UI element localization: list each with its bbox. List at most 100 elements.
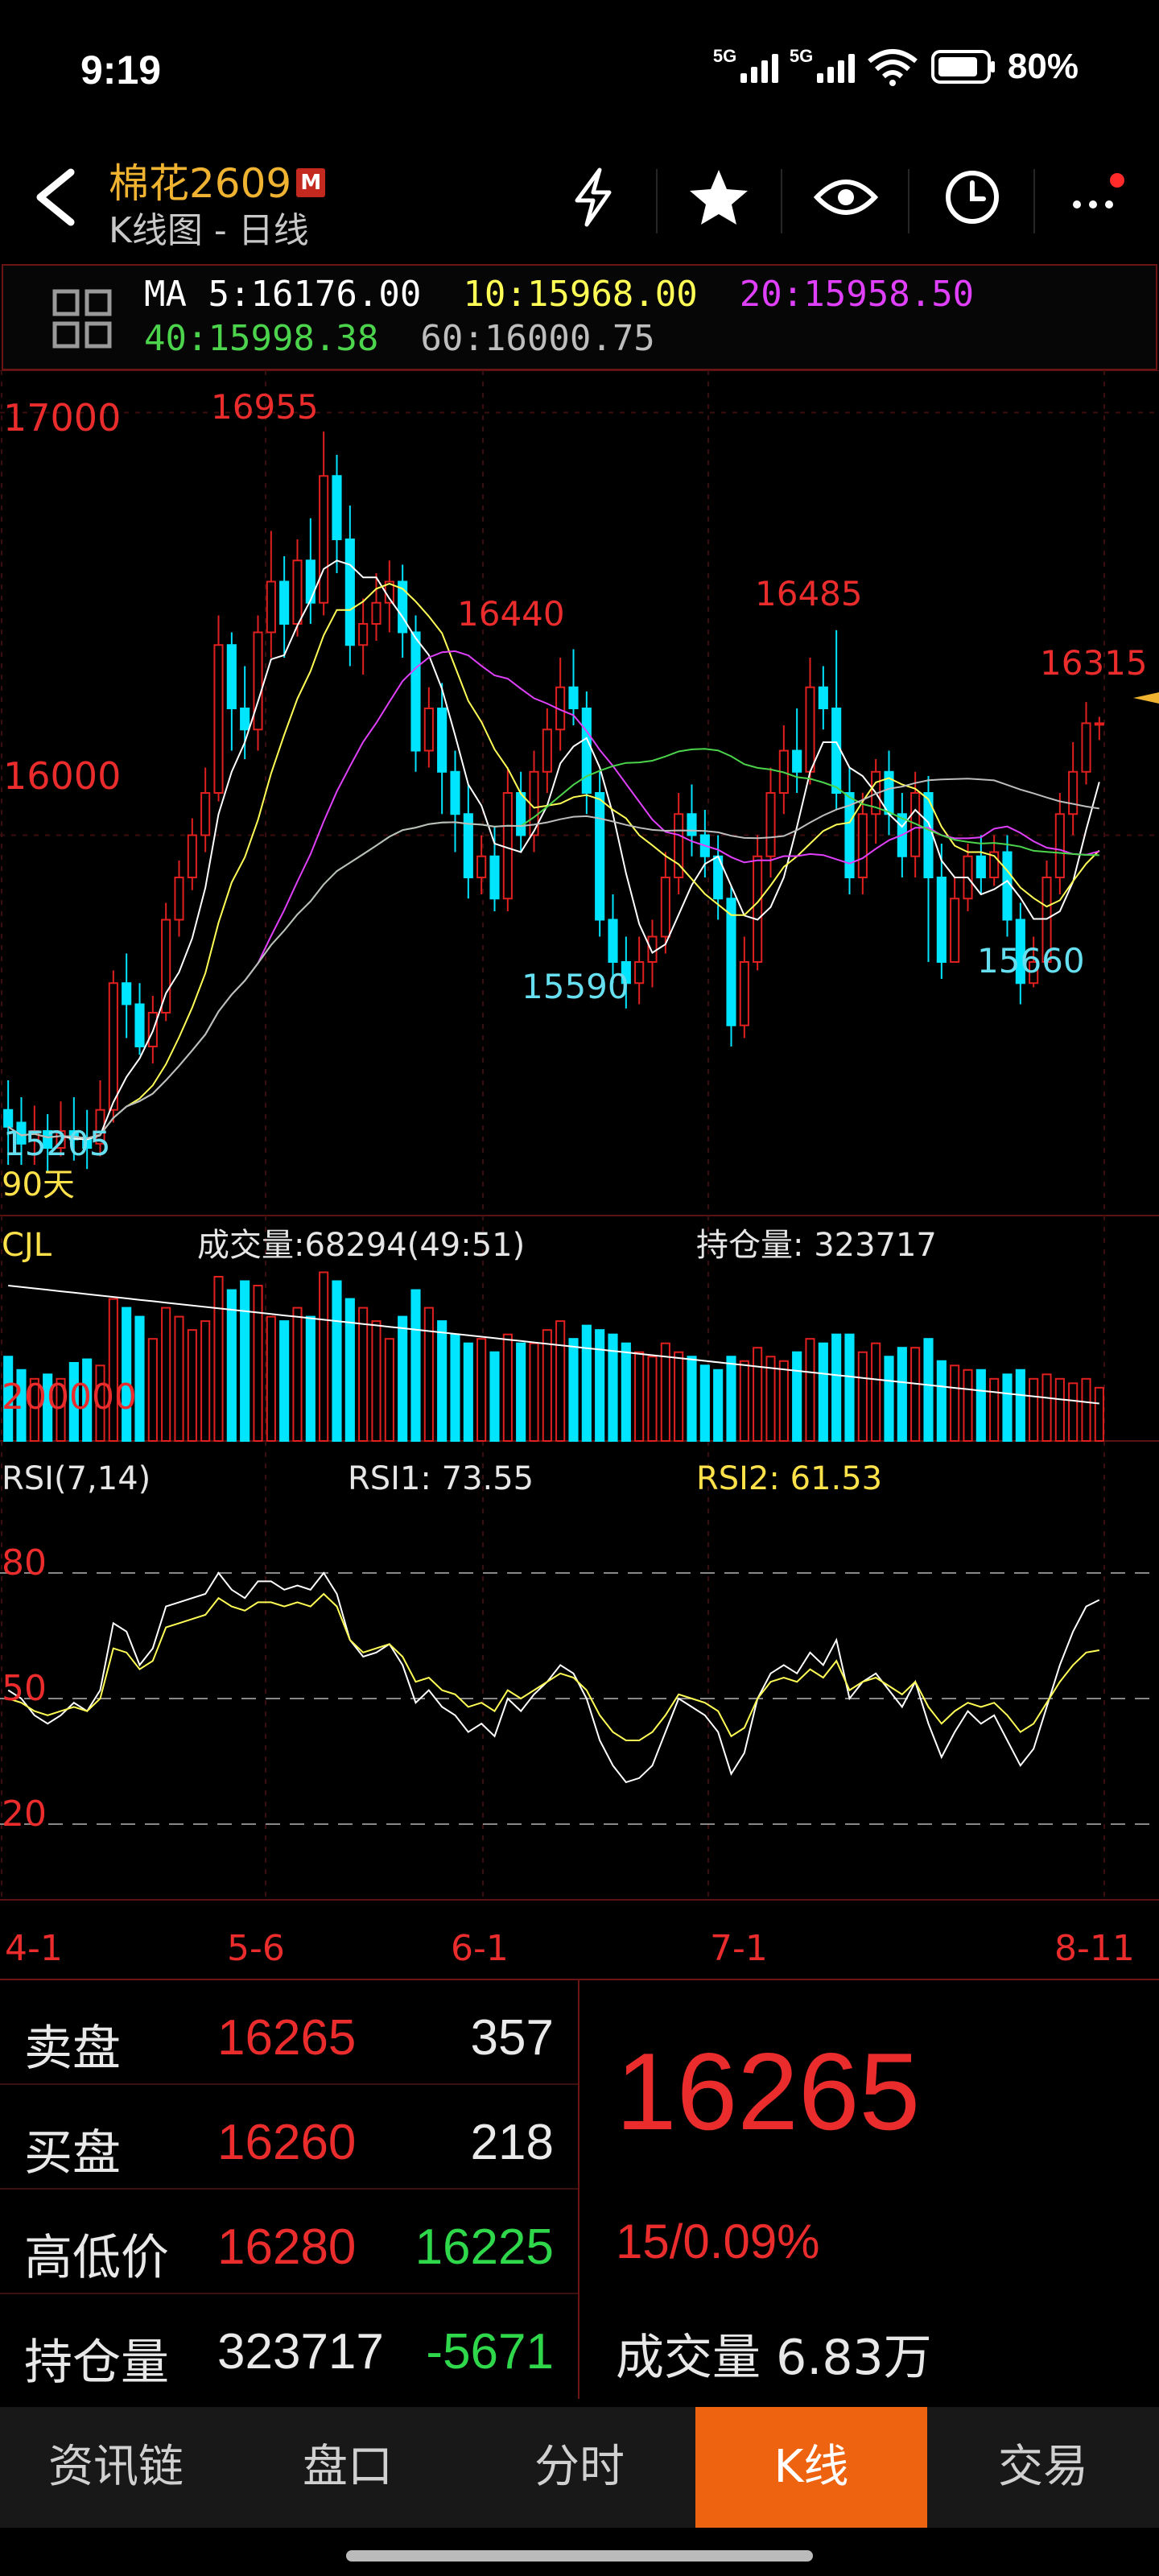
candle-down [437,708,448,773]
header-divider [1033,169,1035,233]
candle-up [739,961,749,1026]
candle-up [660,877,670,938]
candle-down [975,855,986,878]
x-label-5: 8-11 [1054,1928,1135,1969]
candle-down [608,919,618,963]
volume-bar-up [765,1356,776,1442]
volume-bar-up [674,1351,684,1443]
star-icon[interactable] [683,161,755,233]
header-divider [781,169,782,233]
candle-down [332,475,342,540]
volume-bar-up [147,1338,158,1443]
clock-icon[interactable] [936,161,1008,233]
volume-bar-up [213,1275,224,1443]
candle-up [1054,813,1065,878]
volume-bar-down [568,1338,579,1443]
ask-label: 卖盘 [24,2021,121,2077]
ask-qty: 357 [470,2010,554,2066]
volume-bar-up [1029,1377,1039,1442]
rsi2-value: RSI2: 61.53 [696,1460,882,1497]
high-low-row: 高低价 16280 16225 [0,2190,578,2294]
volume-bar-down [463,1342,473,1443]
peak-annotation-1: 16440 [457,594,565,634]
candle-down [305,559,316,604]
volume-bar-up [963,1368,973,1442]
ma-row-1: MA 5:16176.00 10:15968.00 20:15958.50 [144,274,1016,315]
chart-subtitle: K线图 - 日线 [109,210,309,251]
candle-up [502,792,513,900]
volume-bar-down [897,1347,907,1443]
back-icon[interactable] [24,161,89,233]
bid-row[interactable]: 买盘 16260 218 [0,2085,578,2190]
volume-bar-up [871,1342,881,1443]
volume-bar-down [122,1307,132,1442]
volume-bar-down [792,1351,802,1443]
candle-up [371,601,382,625]
candle-up [187,834,197,878]
candle-down [516,792,526,836]
tab-order-book[interactable]: 盘口 [232,2407,464,2528]
volume-bar-up [476,1338,487,1443]
volume-bar-down [516,1342,526,1443]
kline-chart[interactable]: 17000 16000 16955 16440 16485 16315 1520… [0,370,1159,1972]
rsi-level-50: 50 [2,1668,47,1709]
volume-bar-up [187,1329,197,1442]
volume-bar-up [502,1333,513,1443]
home-indicator[interactable] [346,2550,813,2562]
low-price: 16225 [415,2219,554,2275]
volume-bar-down [699,1364,710,1442]
moving-averages [7,559,1100,1141]
open-interest-text: 持仓量: 323717 [696,1227,937,1264]
volume-bar-down [726,1356,736,1442]
lightning-icon[interactable] [557,161,629,233]
volume-bar-down [1002,1373,1013,1442]
ma40-line [7,748,1099,1140]
volume-bar-down [923,1338,934,1443]
volume-bar-up [319,1271,329,1442]
tab-kline[interactable]: K线 [695,2407,927,2528]
volume-bar-up [200,1320,211,1442]
header-divider [656,169,658,233]
volume-bar-down [975,1368,986,1442]
volume-bar-down [581,1324,592,1442]
volume-bar-down [437,1320,448,1442]
price-label-17000: 17000 [3,396,121,440]
tab-trade[interactable]: 交易 [927,2407,1159,2528]
candle-down [226,644,237,709]
rsi1-value: RSI1: 73.55 [348,1460,534,1497]
candle-up [161,919,171,1013]
candle-up [805,686,815,773]
tab-news-chain[interactable]: 资讯链 [0,2407,232,2528]
volume-bar-up [108,1298,118,1442]
candle-up [1081,722,1091,773]
ask-row[interactable]: 卖盘 16265 357 [0,1980,578,2085]
volume-bar-up [371,1320,382,1442]
candle-down [581,708,592,794]
indicator-settings-icon[interactable] [52,288,113,349]
open-interest-value: 323717 [217,2324,384,2380]
wifi-icon [868,49,918,86]
volume-bar-up [989,1377,1000,1442]
candle-up [857,813,868,878]
status-time: 9:19 [80,47,162,93]
volume-bar-down [344,1298,355,1442]
candle-up [253,631,263,731]
open-interest-label: 持仓量 [24,2334,169,2391]
volume-bar-down [489,1351,500,1443]
volume-bar-up [647,1356,658,1442]
quote-panel: 卖盘 16265 357 买盘 16260 218 高低价 16280 1622… [0,1979,1159,2405]
volume-bar-up [660,1342,670,1443]
volume-value: 6.83万 [776,2330,932,2386]
eye-icon[interactable] [810,161,882,233]
tab-intraday[interactable]: 分时 [464,2407,695,2528]
more-icon[interactable] [1061,161,1133,233]
volume-bar-down [621,1342,631,1443]
last-price: 16265 [616,2030,921,2153]
rsi-lines [0,1571,1159,1825]
candle-up [213,644,224,794]
status-icons: 5G 5G 80% [712,46,1079,87]
open-interest-change: -5671 [426,2324,554,2380]
candle-up [266,580,276,634]
network-label: 5G [712,46,737,66]
volume-bar-down [398,1315,408,1442]
